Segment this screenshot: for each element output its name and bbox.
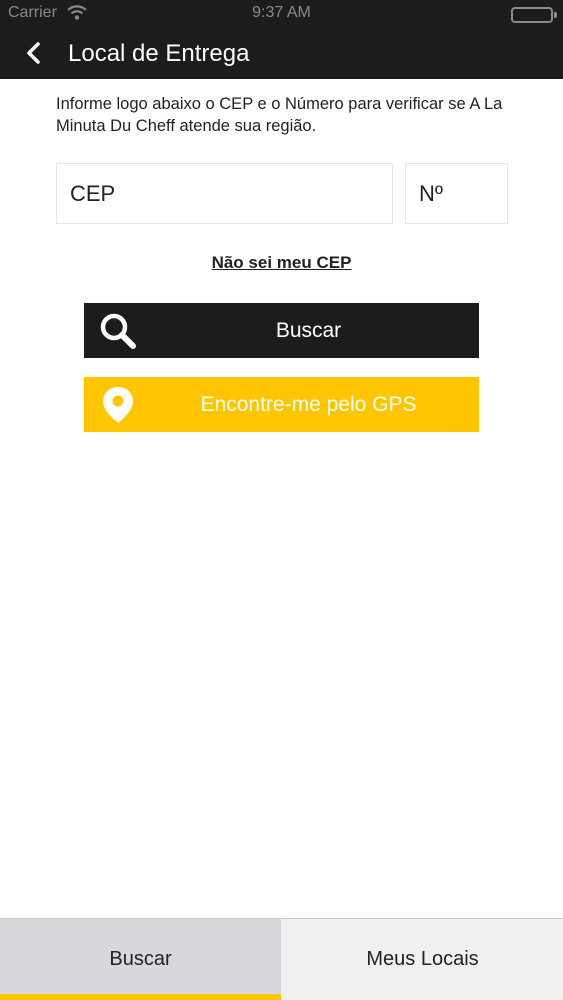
gps-button-label: Encontre-me pelo GPS (200, 393, 417, 416)
chevron-left-icon (27, 42, 40, 64)
tab-bar: Buscar Meus Locais (0, 918, 563, 1000)
number-input[interactable] (405, 163, 508, 224)
back-button[interactable] (20, 39, 50, 69)
search-button-label: Buscar (275, 319, 342, 342)
no-cep-link[interactable]: Não sei meu CEP (0, 253, 563, 273)
intro-text: Informe logo abaixo o CEP e o Número par… (56, 95, 503, 135)
tab-meus-locais[interactable]: Meus Locais (282, 919, 563, 1000)
battery-icon (511, 7, 557, 23)
status-time: 9:37 AM (252, 4, 311, 21)
search-button[interactable]: Buscar (84, 303, 479, 358)
tab-buscar[interactable]: Buscar (0, 919, 281, 1000)
search-icon (98, 311, 138, 351)
tab-active-indicator (0, 994, 281, 1000)
page-title: Local de Entrega (68, 40, 250, 67)
gps-button[interactable]: Encontre-me pelo GPS (84, 377, 479, 432)
status-bar: Carrier 9:37 AM (0, 0, 563, 28)
tab-label: Meus Locais (366, 948, 479, 970)
nav-bar: Local de Entrega (0, 28, 563, 79)
location-pin-icon (98, 385, 138, 425)
tab-label: Buscar (109, 948, 172, 970)
cep-input[interactable] (56, 163, 393, 224)
